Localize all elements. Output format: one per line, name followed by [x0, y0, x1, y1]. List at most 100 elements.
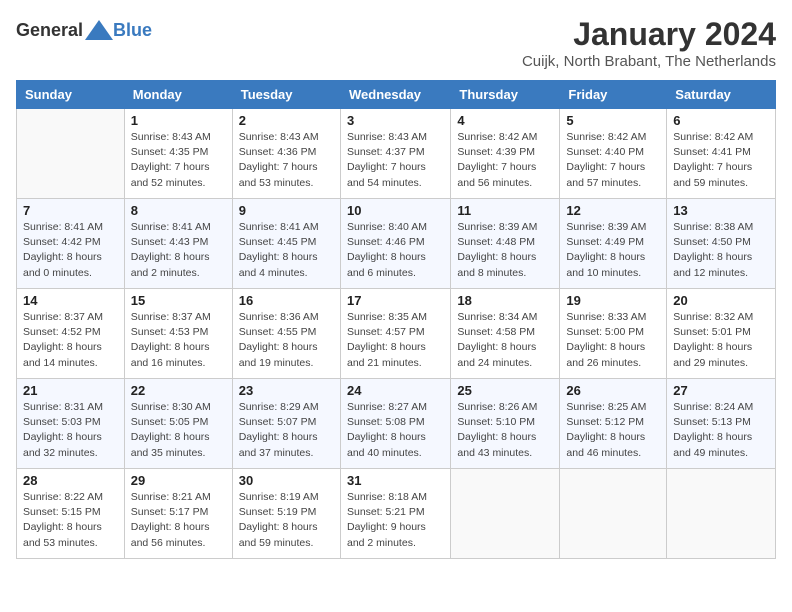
day-number: 7 — [23, 203, 118, 218]
day-number: 19 — [566, 293, 660, 308]
cell-info: Sunrise: 8:37 AM Sunset: 4:52 PM Dayligh… — [23, 310, 118, 371]
calendar-cell: 13 Sunrise: 8:38 AM Sunset: 4:50 PM Dayli… — [667, 199, 776, 289]
calendar-cell: 29 Sunrise: 8:21 AM Sunset: 5:17 PM Dayli… — [124, 469, 232, 559]
calendar-table: SundayMondayTuesdayWednesdayThursdayFrid… — [16, 80, 776, 559]
weekday-header-cell: Monday — [124, 81, 232, 109]
calendar-cell: 14 Sunrise: 8:37 AM Sunset: 4:52 PM Dayli… — [17, 289, 125, 379]
cell-info: Sunrise: 8:43 AM Sunset: 4:37 PM Dayligh… — [347, 130, 444, 191]
weekday-header-cell: Tuesday — [232, 81, 340, 109]
cell-info: Sunrise: 8:26 AM Sunset: 5:10 PM Dayligh… — [457, 400, 553, 461]
calendar-cell — [560, 469, 667, 559]
cell-info: Sunrise: 8:29 AM Sunset: 5:07 PM Dayligh… — [239, 400, 334, 461]
day-number: 29 — [131, 473, 226, 488]
calendar-cell: 6Sunrise: 8:42 AM Sunset: 4:41 PM Daylig… — [667, 109, 776, 199]
calendar-cell: 16 Sunrise: 8:36 AM Sunset: 4:55 PM Dayli… — [232, 289, 340, 379]
weekday-header-cell: Saturday — [667, 81, 776, 109]
cell-info: Sunrise: 8:42 AM Sunset: 4:41 PM Dayligh… — [673, 130, 769, 191]
cell-info: Sunrise: 8:38 AM Sunset: 4:50 PM Dayligh… — [673, 220, 769, 281]
cell-info: Sunrise: 8:25 AM Sunset: 5:12 PM Dayligh… — [566, 400, 660, 461]
cell-info: Sunrise: 8:42 AM Sunset: 4:40 PM Dayligh… — [566, 130, 660, 191]
calendar-cell: 31Sunrise: 8:18 AM Sunset: 5:21 PM Dayli… — [340, 469, 450, 559]
calendar-cell: 30 Sunrise: 8:19 AM Sunset: 5:19 PM Dayli… — [232, 469, 340, 559]
logo-blue: Blue — [113, 20, 152, 41]
day-number: 4 — [457, 113, 553, 128]
calendar-week-row: 14 Sunrise: 8:37 AM Sunset: 4:52 PM Dayli… — [17, 289, 776, 379]
calendar-cell: 8Sunrise: 8:41 AM Sunset: 4:43 PM Daylig… — [124, 199, 232, 289]
day-number: 17 — [347, 293, 444, 308]
calendar-body: 1Sunrise: 8:43 AM Sunset: 4:35 PM Daylig… — [17, 109, 776, 559]
calendar-cell: 24 Sunrise: 8:27 AM Sunset: 5:08 PM Dayli… — [340, 379, 450, 469]
day-number: 15 — [131, 293, 226, 308]
cell-info: Sunrise: 8:33 AM Sunset: 5:00 PM Dayligh… — [566, 310, 660, 371]
cell-info: Sunrise: 8:39 AM Sunset: 4:48 PM Dayligh… — [457, 220, 553, 281]
weekday-header-cell: Wednesday — [340, 81, 450, 109]
title-block: January 2024 Cuijk, North Brabant, The N… — [522, 16, 776, 70]
calendar-cell: 7 Sunrise: 8:41 AM Sunset: 4:42 PM Daylig… — [17, 199, 125, 289]
cell-info: Sunrise: 8:31 AM Sunset: 5:03 PM Dayligh… — [23, 400, 118, 461]
cell-info: Sunrise: 8:22 AM Sunset: 5:15 PM Dayligh… — [23, 490, 118, 551]
cell-info: Sunrise: 8:21 AM Sunset: 5:17 PM Dayligh… — [131, 490, 226, 551]
day-number: 21 — [23, 383, 118, 398]
day-number: 26 — [566, 383, 660, 398]
cell-info: Sunrise: 8:41 AM Sunset: 4:45 PM Dayligh… — [239, 220, 334, 281]
calendar-cell: 28 Sunrise: 8:22 AM Sunset: 5:15 PM Dayli… — [17, 469, 125, 559]
month-title: January 2024 — [522, 16, 776, 53]
cell-info: Sunrise: 8:27 AM Sunset: 5:08 PM Dayligh… — [347, 400, 444, 461]
location-title: Cuijk, North Brabant, The Netherlands — [522, 53, 776, 70]
calendar-week-row: 21 Sunrise: 8:31 AM Sunset: 5:03 PM Dayli… — [17, 379, 776, 469]
cell-info: Sunrise: 8:41 AM Sunset: 4:42 PM Dayligh… — [23, 220, 118, 281]
day-number: 14 — [23, 293, 118, 308]
calendar-cell: 17 Sunrise: 8:35 AM Sunset: 4:57 PM Dayli… — [340, 289, 450, 379]
cell-info: Sunrise: 8:41 AM Sunset: 4:43 PM Dayligh… — [131, 220, 226, 281]
cell-info: Sunrise: 8:35 AM Sunset: 4:57 PM Dayligh… — [347, 310, 444, 371]
calendar-cell: 21 Sunrise: 8:31 AM Sunset: 5:03 PM Dayli… — [17, 379, 125, 469]
calendar-cell: 19 Sunrise: 8:33 AM Sunset: 5:00 PM Dayli… — [560, 289, 667, 379]
calendar-cell: 27 Sunrise: 8:24 AM Sunset: 5:13 PM Dayli… — [667, 379, 776, 469]
calendar-cell: 2 Sunrise: 8:43 AM Sunset: 4:36 PM Daylig… — [232, 109, 340, 199]
day-number: 2 — [239, 113, 334, 128]
calendar-cell: 26 Sunrise: 8:25 AM Sunset: 5:12 PM Dayli… — [560, 379, 667, 469]
logo-icon — [85, 16, 113, 44]
weekday-header-cell: Thursday — [451, 81, 560, 109]
calendar-cell: 1Sunrise: 8:43 AM Sunset: 4:35 PM Daylig… — [124, 109, 232, 199]
day-number: 3 — [347, 113, 444, 128]
day-number: 1 — [131, 113, 226, 128]
cell-info: Sunrise: 8:42 AM Sunset: 4:39 PM Dayligh… — [457, 130, 553, 191]
day-number: 30 — [239, 473, 334, 488]
day-number: 10 — [347, 203, 444, 218]
day-number: 27 — [673, 383, 769, 398]
cell-info: Sunrise: 8:43 AM Sunset: 4:36 PM Dayligh… — [239, 130, 334, 191]
weekday-header-row: SundayMondayTuesdayWednesdayThursdayFrid… — [17, 81, 776, 109]
day-number: 16 — [239, 293, 334, 308]
day-number: 12 — [566, 203, 660, 218]
weekday-header-cell: Sunday — [17, 81, 125, 109]
day-number: 25 — [457, 383, 553, 398]
calendar-cell: 3 Sunrise: 8:43 AM Sunset: 4:37 PM Daylig… — [340, 109, 450, 199]
cell-info: Sunrise: 8:19 AM Sunset: 5:19 PM Dayligh… — [239, 490, 334, 551]
calendar-cell: 25 Sunrise: 8:26 AM Sunset: 5:10 PM Dayli… — [451, 379, 560, 469]
calendar-cell: 9Sunrise: 8:41 AM Sunset: 4:45 PM Daylig… — [232, 199, 340, 289]
weekday-header-cell: Friday — [560, 81, 667, 109]
cell-info: Sunrise: 8:18 AM Sunset: 5:21 PM Dayligh… — [347, 490, 444, 551]
calendar-cell: 4 Sunrise: 8:42 AM Sunset: 4:39 PM Daylig… — [451, 109, 560, 199]
logo-general: General — [16, 20, 83, 41]
page-header: General Blue January 2024 Cuijk, North B… — [16, 16, 776, 70]
cell-info: Sunrise: 8:34 AM Sunset: 4:58 PM Dayligh… — [457, 310, 553, 371]
cell-info: Sunrise: 8:40 AM Sunset: 4:46 PM Dayligh… — [347, 220, 444, 281]
calendar-week-row: 7 Sunrise: 8:41 AM Sunset: 4:42 PM Daylig… — [17, 199, 776, 289]
calendar-cell — [451, 469, 560, 559]
calendar-cell: 5 Sunrise: 8:42 AM Sunset: 4:40 PM Daylig… — [560, 109, 667, 199]
day-number: 24 — [347, 383, 444, 398]
calendar-cell: 11 Sunrise: 8:39 AM Sunset: 4:48 PM Dayli… — [451, 199, 560, 289]
calendar-cell: 20Sunrise: 8:32 AM Sunset: 5:01 PM Dayli… — [667, 289, 776, 379]
calendar-cell: 12Sunrise: 8:39 AM Sunset: 4:49 PM Dayli… — [560, 199, 667, 289]
day-number: 11 — [457, 203, 553, 218]
day-number: 13 — [673, 203, 769, 218]
cell-info: Sunrise: 8:36 AM Sunset: 4:55 PM Dayligh… — [239, 310, 334, 371]
day-number: 22 — [131, 383, 226, 398]
cell-info: Sunrise: 8:24 AM Sunset: 5:13 PM Dayligh… — [673, 400, 769, 461]
calendar-cell: 18Sunrise: 8:34 AM Sunset: 4:58 PM Dayli… — [451, 289, 560, 379]
day-number: 5 — [566, 113, 660, 128]
logo: General Blue — [16, 16, 152, 44]
day-number: 28 — [23, 473, 118, 488]
